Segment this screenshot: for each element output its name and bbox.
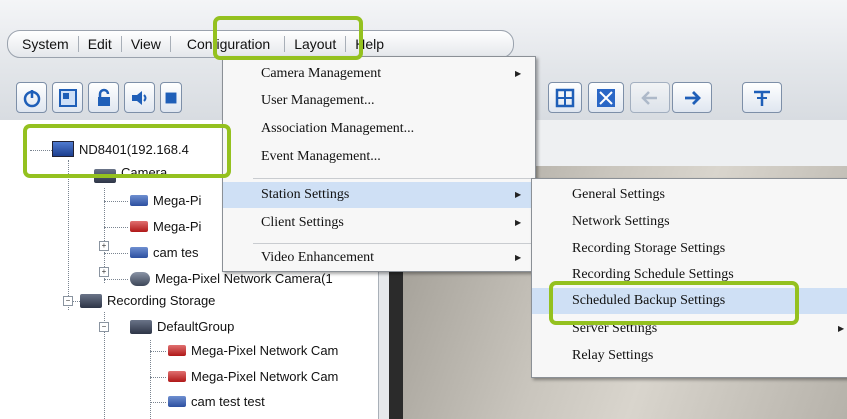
- menu-separator: [253, 178, 531, 179]
- speaker-button[interactable]: [124, 82, 155, 113]
- tree-camera-item-label: Mega-Pi: [153, 219, 202, 234]
- fullscreen-icon: [597, 88, 615, 107]
- menu-item-camera-management[interactable]: Camera Management ▶: [223, 61, 535, 87]
- submenu-item-recording-storage-settings[interactable]: Recording Storage Settings: [532, 236, 847, 262]
- camera-icon: [168, 396, 186, 407]
- tree-default-group-label: DefaultGroup: [157, 319, 235, 334]
- tree-line: [150, 377, 166, 378]
- camera-icon: [130, 195, 148, 206]
- camera-recording-icon: [168, 345, 186, 356]
- tree-camera-item-label: Mega-Pi: [153, 193, 202, 208]
- expand-toggle[interactable]: +: [99, 241, 109, 251]
- menu-item-label: Network Settings: [572, 214, 670, 229]
- menu-view[interactable]: View: [122, 35, 170, 53]
- toolbar-button-partial[interactable]: [160, 82, 182, 113]
- highlight-configuration: [213, 16, 363, 60]
- tree-camera-item[interactable]: Mega-Pi: [130, 219, 201, 234]
- tree-line: [68, 160, 69, 310]
- menu-item-label: User Management...: [261, 93, 375, 108]
- menu-separator: [253, 243, 531, 244]
- folder-icon: [130, 319, 152, 334]
- grid-icon: [555, 88, 575, 107]
- menu-item-label: Video Enhancement: [261, 250, 375, 265]
- tree-line: [104, 253, 128, 254]
- folder-icon: [80, 293, 102, 308]
- layout-switch-button[interactable]: [52, 82, 83, 113]
- lock-icon: [97, 88, 110, 106]
- tree-camera-item-label: Mega-Pixel Network Camera(1: [155, 271, 333, 286]
- station-settings-submenu: General Settings Network Settings Record…: [531, 178, 847, 378]
- tree-storage-item-label: cam test test: [191, 394, 265, 409]
- back-arrow-icon: [641, 90, 657, 105]
- submenu-arrow-icon: ▶: [515, 69, 522, 78]
- tree-line: [150, 402, 166, 403]
- layout-switch-icon: [58, 88, 77, 107]
- tree-line: [104, 227, 128, 228]
- menu-item-label: Recording Schedule Settings: [572, 267, 734, 282]
- menu-item-video-enhancement[interactable]: Video Enhancement ▶: [223, 245, 535, 271]
- menu-item-label: Recording Storage Settings: [572, 241, 726, 256]
- tree-camera-item[interactable]: Mega-Pi: [130, 193, 201, 208]
- tree-storage-item[interactable]: Mega-Pixel Network Cam: [168, 369, 338, 384]
- tree-storage-item-label: Mega-Pixel Network Cam: [191, 369, 339, 384]
- menu-edit[interactable]: Edit: [79, 35, 121, 53]
- tree-camera-item[interactable]: Mega-Pixel Network Camera(1: [130, 271, 333, 286]
- tree-line: [104, 201, 128, 202]
- submenu-arrow-icon: ▶: [515, 190, 522, 199]
- menu-item-event-management[interactable]: Event Management...: [223, 144, 535, 170]
- submenu-item-general-settings[interactable]: General Settings: [532, 182, 847, 208]
- submenu-item-network-settings[interactable]: Network Settings: [532, 209, 847, 235]
- speaker-icon: [131, 90, 146, 105]
- tree-storage-item[interactable]: Mega-Pixel Network Cam: [168, 343, 338, 358]
- menu-item-association-management[interactable]: Association Management...: [223, 116, 535, 142]
- menu-item-label: General Settings: [572, 187, 665, 202]
- power-icon: [23, 89, 40, 107]
- tree-camera-item-label: cam tes: [153, 245, 199, 260]
- submenu-arrow-icon: ▶: [515, 253, 522, 262]
- lock-button[interactable]: [88, 82, 119, 113]
- menu-item-label: Station Settings: [261, 187, 350, 202]
- tree-storage-item-label: Mega-Pixel Network Cam: [191, 343, 339, 358]
- expand-toggle[interactable]: +: [99, 267, 109, 277]
- collapse-toggle[interactable]: −: [63, 296, 73, 306]
- menu-system[interactable]: System: [8, 35, 78, 53]
- camera-disconnected-icon: [168, 371, 186, 382]
- menu-item-label: Association Management...: [261, 121, 415, 136]
- submenu-arrow-icon: ▶: [515, 218, 522, 227]
- fullscreen-button[interactable]: [588, 82, 624, 113]
- tree-line: [150, 351, 166, 352]
- tree-default-group[interactable]: DefaultGroup: [130, 319, 234, 334]
- configuration-menu: Camera Management ▶ User Management... As…: [222, 56, 536, 272]
- pin-button[interactable]: [742, 82, 782, 113]
- highlight-scheduled-backup: [549, 281, 799, 325]
- submenu-arrow-icon: ▶: [838, 324, 845, 333]
- submenu-item-relay-settings[interactable]: Relay Settings: [532, 343, 847, 369]
- tree-storage-item[interactable]: cam test test: [168, 394, 265, 409]
- pin-icon: [754, 90, 770, 106]
- menu-item-station-settings[interactable]: Station Settings ▶: [223, 182, 535, 208]
- camera-disconnected-icon: [130, 221, 148, 232]
- tree-line: [104, 279, 128, 280]
- forward-arrow-icon: [685, 90, 701, 105]
- menu-item-label: Camera Management: [261, 66, 382, 81]
- collapse-toggle[interactable]: −: [99, 322, 109, 332]
- highlight-root-node: [23, 124, 231, 178]
- tree-recording-storage-label: Recording Storage: [107, 293, 216, 308]
- back-button[interactable]: [630, 82, 670, 113]
- menu-item-label: Relay Settings: [572, 348, 654, 363]
- menu-item-label: Event Management...: [261, 149, 381, 164]
- menu-item-user-management[interactable]: User Management...: [223, 88, 535, 114]
- grid-button[interactable]: [548, 82, 582, 113]
- forward-button[interactable]: [672, 82, 712, 113]
- record-icon: [165, 92, 177, 103]
- menu-item-client-settings[interactable]: Client Settings ▶: [223, 210, 535, 236]
- tree-recording-storage[interactable]: Recording Storage: [80, 293, 215, 308]
- menu-item-label: Client Settings: [261, 215, 344, 230]
- tree-camera-item[interactable]: cam tes: [130, 245, 199, 260]
- camera-icon: [130, 247, 148, 258]
- power-button[interactable]: [16, 82, 47, 113]
- camera-dome-icon: [130, 271, 150, 286]
